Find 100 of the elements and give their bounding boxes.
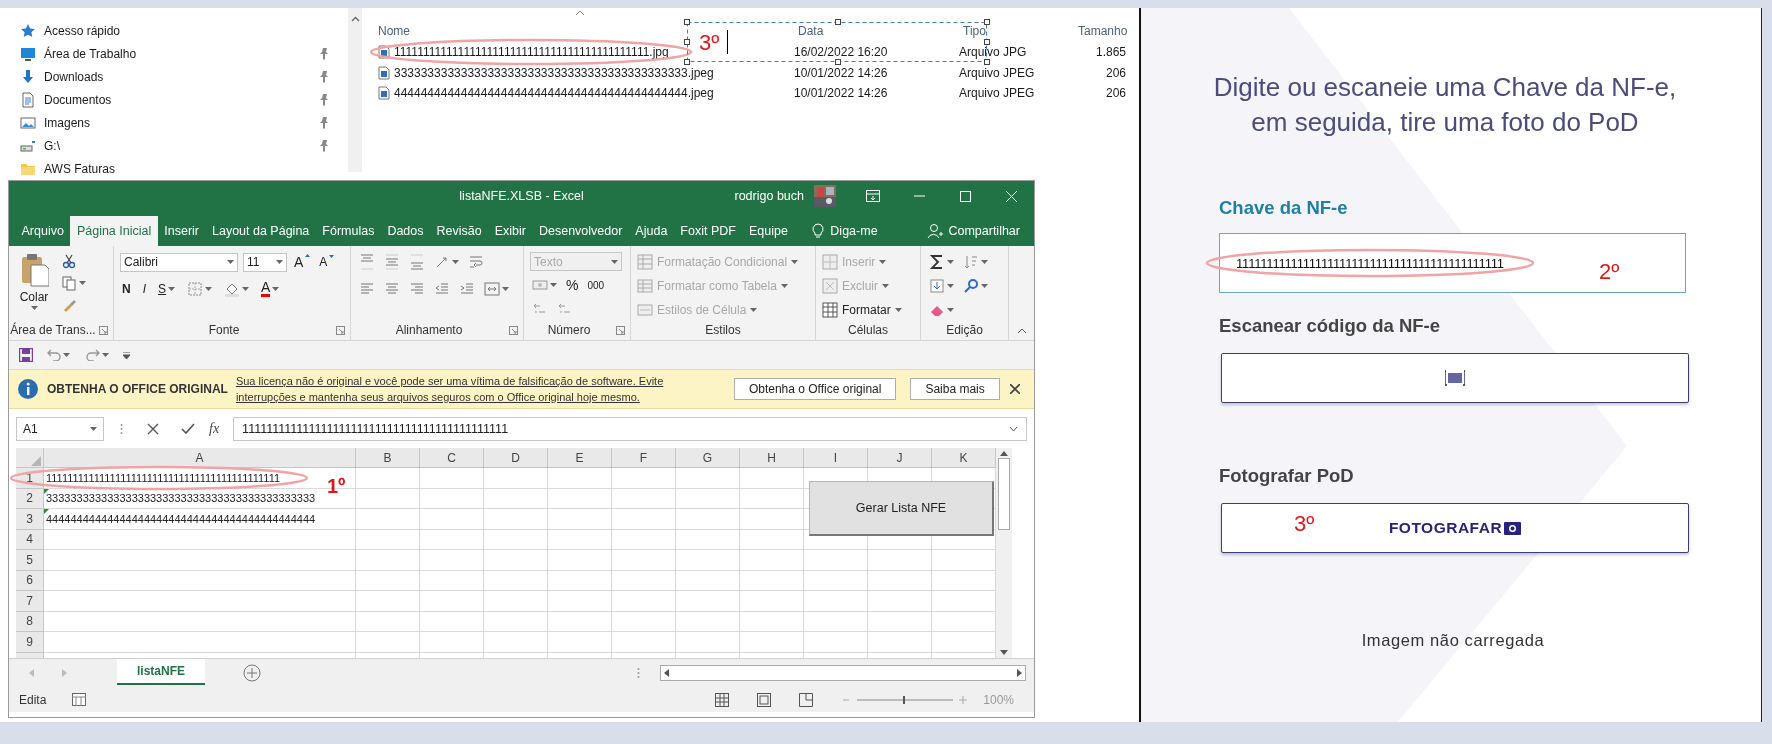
column-header[interactable]: Tipo xyxy=(959,24,1074,38)
scan-button[interactable] xyxy=(1221,353,1689,403)
font-color-button[interactable]: A xyxy=(259,280,282,298)
ribbon-tab[interactable]: Equipe xyxy=(742,216,795,246)
row-header[interactable]: 5 xyxy=(16,550,44,571)
notice-link[interactable]: Sua licença não é original e você pode ser uma vítima de falsificação de software. Evite interrupções e mantenha seus arquivos seguros com o Office original hoje mesmo. xyxy=(235,373,706,405)
shrink-font-button[interactable]: A xyxy=(317,254,337,270)
page-layout-icon[interactable] xyxy=(757,692,772,707)
paste-button[interactable]: Colar xyxy=(15,252,53,320)
name-box[interactable]: A1 xyxy=(16,416,104,441)
dialog-launcher-icon[interactable] xyxy=(616,326,625,335)
fill-button[interactable] xyxy=(927,277,956,295)
check-icon[interactable] xyxy=(181,422,195,435)
row-header[interactable]: 2 xyxy=(16,488,44,509)
collapse-ribbon-icon[interactable] xyxy=(1016,328,1027,334)
ribbon-tab[interactable]: Inserir xyxy=(157,216,206,246)
column-header[interactable]: I xyxy=(804,448,868,468)
scroll-right-icon[interactable] xyxy=(1017,669,1022,677)
copy-button[interactable] xyxy=(59,274,88,292)
close-icon[interactable] xyxy=(1010,384,1020,394)
nav-item[interactable]: Acesso rápido xyxy=(0,19,348,42)
nav-item[interactable]: Área de Trabalho xyxy=(0,42,348,65)
row-header[interactable]: 8 xyxy=(16,611,44,632)
column-header[interactable]: G xyxy=(676,448,740,468)
column-header[interactable]: F xyxy=(612,448,676,468)
ribbon-tab[interactable]: Fórmulas xyxy=(315,216,381,246)
vertical-scrollbar[interactable] xyxy=(348,8,362,172)
column-header[interactable]: Tamanho xyxy=(1074,24,1126,38)
file-name[interactable]: 33333333333333333333333333333333333333333333.jpeg xyxy=(394,65,714,80)
maximize-icon[interactable] xyxy=(959,190,971,202)
column-header[interactable]: H xyxy=(740,448,804,468)
prev-sheet-icon[interactable] xyxy=(29,669,34,677)
scroll-left-icon[interactable] xyxy=(664,669,669,677)
customize-toolbar-icon[interactable] xyxy=(123,351,130,359)
autosum-button[interactable] xyxy=(927,253,956,271)
minimize-icon[interactable] xyxy=(913,195,925,197)
column-header[interactable]: J xyxy=(868,448,932,468)
cancel-icon[interactable] xyxy=(147,422,159,435)
undo-icon[interactable] xyxy=(47,349,61,361)
ribbon-tab[interactable]: Foxit PDF xyxy=(673,216,743,246)
row-header[interactable]: 7 xyxy=(16,591,44,612)
page-break-icon[interactable] xyxy=(799,692,814,707)
scrollbar-thumb[interactable] xyxy=(998,458,1010,530)
borders-button[interactable] xyxy=(185,280,215,298)
nav-item[interactable]: AWS Faturas xyxy=(0,157,348,180)
ribbon-tab[interactable]: Página Inicial xyxy=(70,216,158,246)
number-format-button[interactable]: % xyxy=(564,276,581,294)
zoom-slider-icon[interactable] xyxy=(843,694,968,705)
column-header[interactable]: D xyxy=(484,448,548,468)
nav-item[interactable]: Documentos xyxy=(0,88,348,111)
ribbon-tab[interactable]: Ajuda xyxy=(628,216,674,246)
nav-item[interactable]: Downloads xyxy=(0,65,348,88)
row-header[interactable]: 4 xyxy=(16,529,44,550)
grow-font-button[interactable]: A xyxy=(292,253,313,271)
notice-button[interactable]: Saiba mais xyxy=(910,378,1000,400)
ribbon-tab[interactable]: Dados xyxy=(380,216,431,246)
nav-item[interactable]: Imagens xyxy=(0,111,348,134)
save-icon[interactable] xyxy=(19,348,33,362)
font-size-field[interactable]: 11 xyxy=(243,252,287,272)
tell-me-field[interactable]: Diga-me xyxy=(830,224,878,238)
insert-function-button[interactable]: fx xyxy=(209,420,220,437)
chevron-up-icon[interactable] xyxy=(350,16,360,22)
row-header[interactable]: 3 xyxy=(16,509,44,530)
column-header[interactable]: B xyxy=(356,448,420,468)
column-header[interactable]: C xyxy=(420,448,484,468)
underline-button[interactable]: S xyxy=(156,281,178,297)
column-header[interactable]: A xyxy=(44,448,356,468)
ribbon-tab[interactable]: Layout da Página xyxy=(205,216,316,246)
nav-item[interactable]: G:\ xyxy=(0,134,348,157)
dialog-launcher-icon[interactable] xyxy=(99,326,108,335)
formula-field[interactable]: 11111111111111111111111111111111111111111111 xyxy=(233,416,1027,441)
share-button[interactable]: Compartilhar xyxy=(913,216,1034,246)
expand-icon[interactable] xyxy=(1009,425,1018,432)
column-header[interactable]: K xyxy=(932,448,996,468)
scroll-up-icon[interactable] xyxy=(1000,451,1008,456)
select-all-icon[interactable] xyxy=(30,455,41,466)
row-header[interactable]: 9 xyxy=(16,632,44,653)
redo-icon[interactable] xyxy=(86,349,100,361)
dialog-launcher-icon[interactable] xyxy=(509,326,518,335)
font-field[interactable]: Calibri xyxy=(120,252,238,272)
bold-button[interactable]: N xyxy=(120,281,133,297)
italic-button[interactable]: I xyxy=(140,281,148,297)
ribbon-tab[interactable]: Arquivo xyxy=(15,216,71,246)
column-header[interactable]: E xyxy=(548,448,612,468)
ribbon-tab[interactable]: Desenvolvedor xyxy=(532,216,629,246)
normal-view-icon[interactable] xyxy=(715,692,730,707)
horizontal-scrollbar[interactable] xyxy=(660,665,1026,681)
vertical-scrollbar[interactable] xyxy=(996,448,1012,658)
ribbon-tab[interactable]: Exibir xyxy=(488,216,533,246)
macro-record-icon[interactable] xyxy=(72,693,87,706)
scroll-down-icon[interactable] xyxy=(1000,650,1008,655)
ribbon-command[interactable]: Formatar xyxy=(822,300,902,320)
next-sheet-icon[interactable] xyxy=(62,669,67,677)
row-header[interactable]: 6 xyxy=(16,570,44,591)
sheet-tab[interactable]: listaNFE xyxy=(117,659,205,685)
dialog-launcher-icon[interactable] xyxy=(336,326,345,335)
file-name[interactable]: 44444444444444444444444444444444444444444444.jpeg xyxy=(394,86,714,101)
macro-button[interactable]: Gerar Lista NFE xyxy=(809,481,994,536)
ribbon-display-icon[interactable] xyxy=(866,190,880,202)
notice-button[interactable]: Obtenha o Office original xyxy=(733,378,897,400)
